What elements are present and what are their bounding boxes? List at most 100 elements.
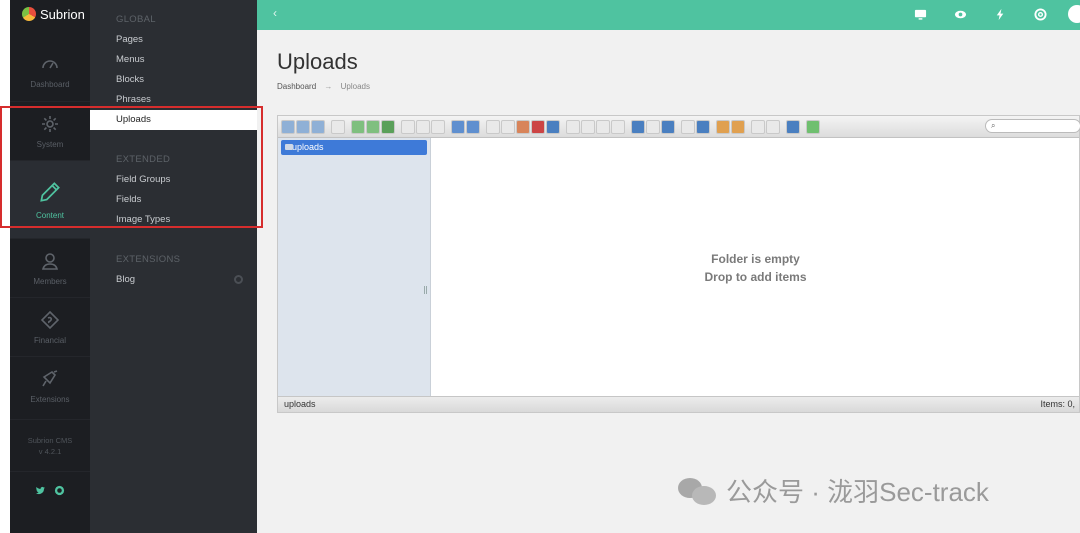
rename-icon[interactable] — [581, 119, 595, 134]
twitter-icon[interactable] — [35, 485, 46, 499]
reload-icon[interactable] — [331, 119, 345, 134]
submenu-item-menus[interactable]: Menus — [90, 50, 257, 70]
watermark-text: 公众号 · 泷羽Sec-track — [726, 477, 989, 507]
social-links — [10, 471, 90, 511]
file-manager: ⌕ uploads Folder is empty Drop to add it… — [277, 115, 1080, 413]
preview-eye-icon[interactable] — [681, 119, 695, 134]
cut-icon[interactable] — [501, 119, 515, 134]
cms-version: Subrion CMS v 4.2.1 — [10, 419, 90, 471]
nav-content-label: Content — [35, 211, 65, 220]
monitor-icon[interactable] — [913, 8, 927, 22]
file-drop-area[interactable]: Folder is empty Drop to add items — [432, 138, 1079, 397]
nav-members[interactable]: Members — [10, 238, 90, 297]
duplicate-icon[interactable] — [566, 119, 580, 134]
breadcrumb-dashboard-link[interactable]: Dashboard — [277, 82, 316, 91]
breadcrumb-arrow-icon: → — [324, 82, 333, 91]
edit-icon[interactable] — [596, 119, 610, 134]
github-icon[interactable] — [54, 485, 65, 499]
breadcrumb-current: Uploads — [340, 82, 370, 91]
up-icon[interactable] — [311, 119, 325, 134]
nav-extensions[interactable]: Extensions — [10, 356, 90, 415]
status-item-count: Items: 0, — [1040, 399, 1075, 409]
gear-icon — [42, 115, 58, 132]
submenu-item-pages[interactable]: Pages — [90, 30, 257, 50]
delete-icon[interactable] — [531, 119, 545, 134]
watermark: 公众号 · 泷羽Sec-track — [678, 472, 989, 509]
upload-icon[interactable] — [381, 119, 395, 134]
submenu-item-phrases[interactable]: Phrases — [90, 90, 257, 110]
submenu-item-fields[interactable]: Fields — [90, 190, 257, 210]
content-submenu: GLOBAL Pages Menus Blocks Phrases Upload… — [90, 0, 257, 533]
paste-icon[interactable] — [516, 119, 530, 134]
submenu-item-uploads[interactable]: Uploads — [90, 110, 257, 130]
nav-system[interactable]: System — [10, 101, 90, 160]
netmount-icon[interactable] — [766, 119, 780, 134]
submenu-heading-global: GLOBAL — [116, 14, 156, 25]
submenu-heading-extended: EXTENDED — [116, 154, 171, 165]
version-product: Subrion CMS — [27, 435, 73, 445]
tree-node-uploads[interactable]: uploads — [281, 140, 427, 155]
places-icon[interactable] — [751, 119, 765, 134]
wechat-icon — [678, 476, 718, 506]
page-title: Uploads — [277, 49, 358, 74]
help-icon[interactable] — [786, 119, 800, 134]
submenu-item-image-types[interactable]: Image Types — [90, 210, 257, 230]
resize-icon[interactable] — [611, 119, 625, 134]
drive-icon — [285, 144, 293, 150]
info-icon[interactable] — [696, 119, 710, 134]
nav-content[interactable]: Content — [10, 160, 90, 238]
undo-icon[interactable] — [451, 119, 465, 134]
empty-folder-message: Folder is empty — [711, 251, 800, 266]
nav-extensions-label: Extensions — [30, 394, 70, 404]
brand[interactable]: Subrion — [10, 0, 90, 28]
pencil-icon — [40, 182, 60, 202]
grid-view-icon[interactable] — [631, 119, 645, 134]
lifebuoy-icon[interactable] — [1033, 8, 1047, 22]
version-number: v 4.2.1 — [38, 446, 62, 456]
fullscreen-icon[interactable] — [806, 119, 820, 134]
bolt-icon[interactable] — [993, 8, 1007, 22]
forward-icon[interactable] — [296, 119, 310, 134]
eye-icon[interactable] — [953, 8, 967, 22]
tree-resize-handle[interactable] — [424, 286, 427, 294]
download-icon[interactable] — [416, 119, 430, 134]
submenu-item-field-groups[interactable]: Field Groups — [90, 170, 257, 190]
file-search-input[interactable]: ⌕ — [985, 119, 1080, 133]
file-manager-statusbar: uploads Items: 0, — [278, 396, 1079, 412]
subrion-logo-icon — [22, 7, 36, 21]
user-icon — [41, 252, 59, 270]
drop-hint-message: Drop to add items — [704, 269, 807, 284]
status-path: uploads — [284, 399, 316, 409]
submenu-item-blog[interactable]: Blog — [90, 270, 257, 290]
submenu-heading-extensions: EXTENSIONS — [116, 254, 181, 265]
get-info-icon[interactable] — [431, 119, 445, 134]
folder-tree: uploads — [278, 138, 431, 397]
left-edge — [0, 0, 10, 533]
new-file-icon[interactable] — [366, 119, 380, 134]
extract-icon[interactable] — [716, 119, 730, 134]
back-icon[interactable] — [281, 119, 295, 134]
puzzle-icon — [42, 369, 58, 386]
brand-name: Subrion — [40, 6, 85, 22]
open-icon[interactable] — [401, 119, 415, 134]
list-view-icon[interactable] — [646, 119, 660, 134]
sort-icon[interactable] — [661, 119, 675, 134]
collapse-sidebar-chevron-icon[interactable]: ‹ — [273, 6, 277, 20]
copy-icon[interactable] — [486, 119, 500, 134]
file-manager-toolbar: ⌕ — [278, 116, 1080, 138]
nav-financial[interactable]: Financial — [10, 297, 90, 356]
blog-settings-gear-icon[interactable] — [234, 275, 243, 284]
empty-icon[interactable] — [546, 119, 560, 134]
nav-dashboard[interactable]: Dashboard — [10, 42, 90, 101]
archive-icon[interactable] — [731, 119, 745, 134]
money-icon — [40, 310, 60, 329]
search-icon: ⌕ — [991, 121, 996, 130]
submenu-item-blocks[interactable]: Blocks — [90, 70, 257, 90]
speedometer-icon — [42, 60, 58, 69]
new-folder-icon[interactable] — [351, 119, 365, 134]
nav-financial-label: Financial — [33, 335, 66, 345]
redo-icon[interactable] — [466, 119, 480, 134]
user-avatar[interactable] — [1068, 5, 1080, 23]
submenu-item-blog-label: Blog — [116, 274, 136, 285]
nav-system-label: System — [36, 139, 64, 149]
